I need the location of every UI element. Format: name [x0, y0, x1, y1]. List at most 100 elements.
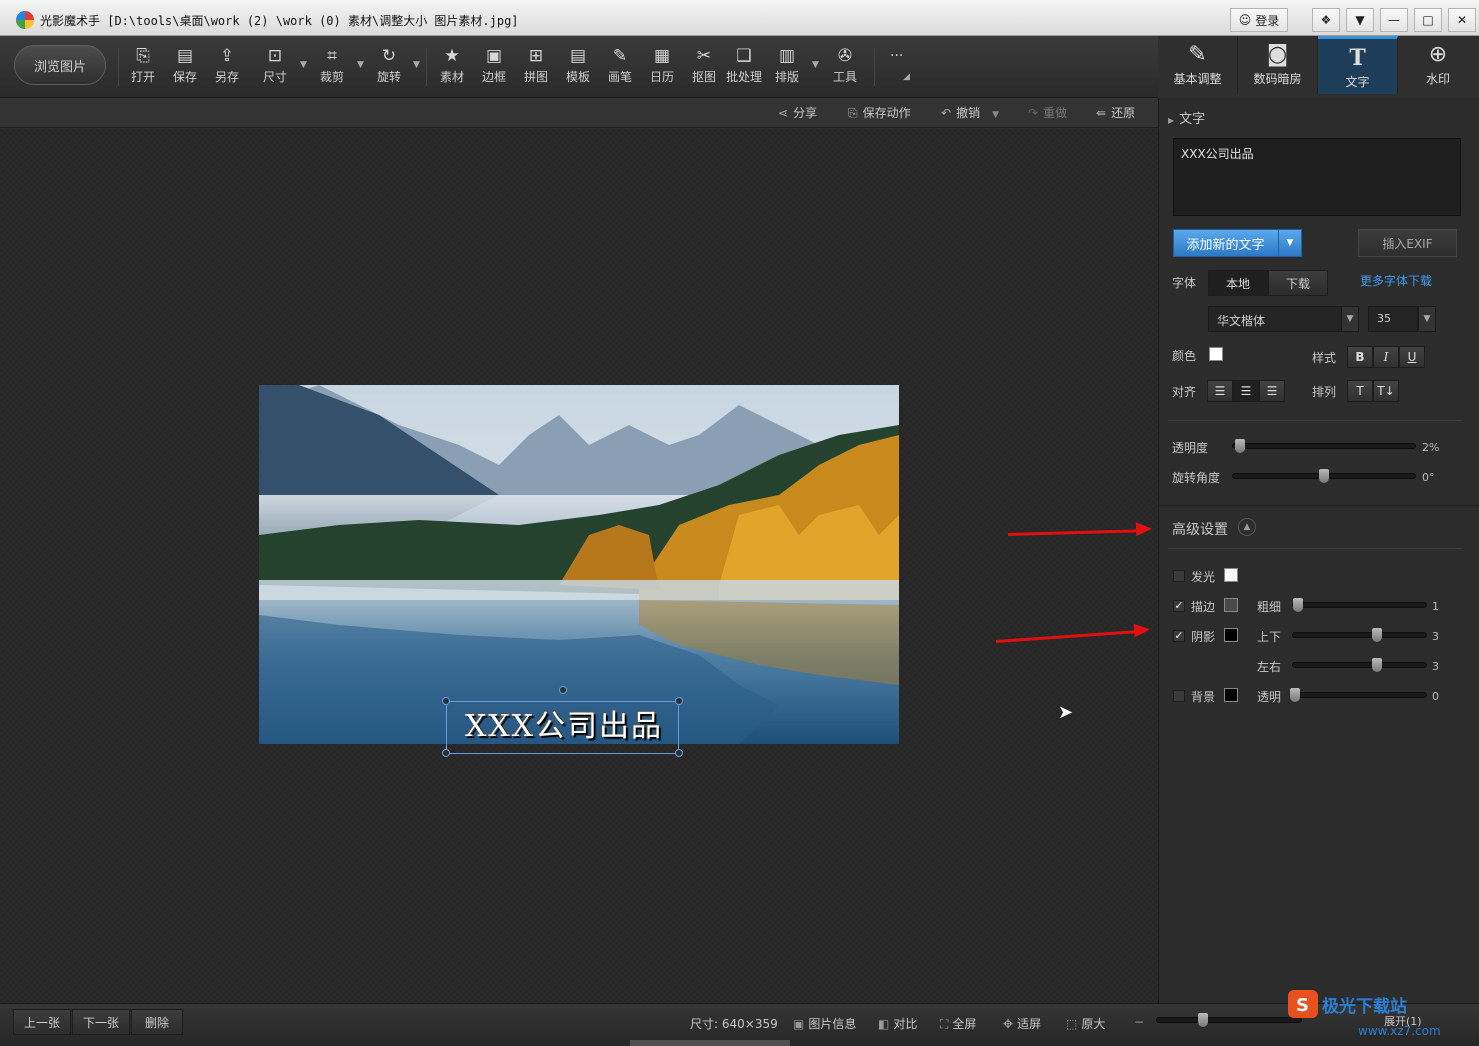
image-info-button[interactable]: ▣ 图片信息: [793, 1015, 856, 1032]
image-canvas[interactable]: XXX公司出品 ➤: [0, 129, 1158, 1003]
stroke-color-swatch[interactable]: [1224, 598, 1238, 612]
tool-brush[interactable]: ✎ 画笔: [600, 42, 640, 94]
opacity-slider-thumb[interactable]: [1235, 439, 1246, 453]
rotate-handle[interactable]: [559, 686, 567, 694]
add-text-dropdown-icon[interactable]: ▼: [1278, 230, 1301, 256]
add-text-button[interactable]: 添加新的文字 ▼: [1173, 229, 1302, 257]
overlay-text[interactable]: XXX公司出品: [450, 701, 678, 745]
tool-resize[interactable]: ⊡ 尺寸: [255, 42, 295, 94]
tool-rotate[interactable]: ↻ 旋转: [369, 42, 409, 94]
tab-darkroom[interactable]: ◙ 数码暗房: [1238, 36, 1318, 94]
align-left-button[interactable]: ☰: [1207, 380, 1233, 402]
leftright-slider[interactable]: [1292, 662, 1427, 668]
restore-button[interactable]: ⇚ 还原: [1096, 104, 1135, 121]
collapse-icon[interactable]: ▲: [1238, 518, 1256, 536]
undo-dropdown-icon[interactable]: ▼: [992, 110, 999, 120]
tab-text[interactable]: T 文字: [1318, 36, 1398, 94]
font-size-dropdown-icon[interactable]: ▼: [1418, 306, 1436, 332]
text-color-swatch[interactable]: [1209, 347, 1223, 361]
font-tab-local[interactable]: 本地: [1208, 270, 1268, 296]
tool-collage[interactable]: ⊞ 拼图: [516, 42, 556, 94]
fullscreen-button[interactable]: ⛶ 全屏: [940, 1015, 976, 1032]
menu-button[interactable]: ▼: [1346, 8, 1374, 32]
tool-save[interactable]: ▤ 保存: [165, 42, 205, 94]
updown-slider[interactable]: [1292, 632, 1427, 638]
advanced-settings-header[interactable]: 高级设置: [1172, 519, 1228, 539]
tool-template[interactable]: ▤ 模板: [558, 42, 598, 94]
transparency-slider[interactable]: [1292, 692, 1427, 698]
text-input[interactable]: XXX公司出品: [1173, 138, 1461, 216]
align-center-button[interactable]: ☰: [1233, 380, 1259, 402]
redo-button[interactable]: ↷ 重做: [1028, 104, 1067, 121]
horizontal-scrollbar[interactable]: [630, 1040, 790, 1046]
thickness-slider[interactable]: [1292, 602, 1427, 608]
delete-button[interactable]: 删除: [131, 1009, 183, 1035]
text-section-header[interactable]: ▶ 文字: [1168, 108, 1205, 127]
tool-material[interactable]: ★ 素材: [432, 42, 472, 94]
thickness-slider-thumb[interactable]: [1293, 598, 1303, 612]
font-family-select[interactable]: 华文楷体: [1208, 306, 1342, 332]
next-image-button[interactable]: 下一张: [72, 1009, 130, 1035]
close-button[interactable]: ✕: [1448, 8, 1476, 32]
align-right-button[interactable]: ☰: [1259, 380, 1285, 402]
resize-handle[interactable]: [442, 697, 450, 705]
leftright-slider-thumb[interactable]: [1372, 658, 1382, 672]
rotate-dropdown-icon[interactable]: ▼: [413, 60, 420, 70]
layout-dropdown-icon[interactable]: ▼: [812, 60, 819, 70]
tab-watermark[interactable]: ⊕ 水印: [1398, 36, 1478, 94]
vertical-text-button[interactable]: T↓: [1373, 380, 1399, 402]
zoom-slider-thumb[interactable]: [1198, 1013, 1208, 1027]
background-checkbox[interactable]: [1173, 690, 1185, 702]
resize-handle[interactable]: [675, 749, 683, 757]
tool-batch[interactable]: ❏ 批处理: [724, 42, 764, 94]
updown-slider-thumb[interactable]: [1372, 628, 1382, 642]
browse-images-button[interactable]: 浏览图片: [14, 45, 106, 85]
tool-calendar[interactable]: ▦ 日历: [642, 42, 682, 94]
minimize-button[interactable]: —: [1380, 8, 1408, 32]
more-tools-button[interactable]: ...: [890, 44, 903, 60]
italic-button[interactable]: I: [1373, 346, 1399, 368]
tool-tools[interactable]: ✇ 工具: [825, 42, 865, 94]
login-button[interactable]: ☺ 登录: [1230, 8, 1288, 32]
shadow-checkbox[interactable]: ✓: [1173, 630, 1185, 642]
glow-checkbox[interactable]: [1173, 570, 1185, 582]
help-button[interactable]: ❖: [1312, 8, 1340, 32]
resize-dropdown-icon[interactable]: ▼: [300, 60, 307, 70]
font-tab-download[interactable]: 下载: [1268, 270, 1328, 296]
shadow-color-swatch[interactable]: [1224, 628, 1238, 642]
more-fonts-link[interactable]: 更多字体下载: [1360, 272, 1432, 289]
glow-color-swatch[interactable]: [1224, 568, 1238, 582]
horizontal-text-button[interactable]: T: [1347, 380, 1373, 402]
zoom-out-button[interactable]: −: [1134, 1015, 1144, 1029]
share-button[interactable]: ⋖ 分享: [778, 104, 817, 121]
expand-corner-icon[interactable]: ◢: [903, 72, 910, 82]
stroke-checkbox[interactable]: ✓: [1173, 600, 1185, 612]
previous-image-button[interactable]: 上一张: [13, 1009, 71, 1035]
fit-screen-button[interactable]: ✥ 适屏: [1003, 1015, 1041, 1032]
bold-button[interactable]: B: [1347, 346, 1373, 368]
undo-button[interactable]: ↶ 撤销 ▼: [941, 104, 999, 121]
tool-cutout[interactable]: ✂ 抠图: [684, 42, 724, 94]
tool-layout[interactable]: ▥ 排版: [767, 42, 807, 94]
tool-save-as[interactable]: ⇪ 另存: [207, 42, 247, 94]
tool-border[interactable]: ▣ 边框: [474, 42, 514, 94]
underline-button[interactable]: U: [1399, 346, 1425, 368]
rotation-slider-thumb[interactable]: [1319, 469, 1329, 483]
tool-open[interactable]: ⎘ 打开: [123, 42, 163, 94]
zoom-slider[interactable]: [1156, 1017, 1302, 1023]
font-family-dropdown-icon[interactable]: ▼: [1341, 306, 1359, 332]
background-color-swatch[interactable]: [1224, 688, 1238, 702]
insert-exif-button[interactable]: 插入EXIF: [1358, 229, 1457, 257]
tab-basic-adjust[interactable]: ✎ 基本调整: [1158, 36, 1238, 94]
original-size-button[interactable]: ⬚ 原大: [1066, 1015, 1105, 1032]
save-action-button[interactable]: ⎘ 保存动作: [848, 104, 911, 121]
opacity-slider[interactable]: [1232, 443, 1416, 449]
maximize-button[interactable]: □: [1414, 8, 1442, 32]
landscape-photo[interactable]: [259, 385, 899, 744]
transparency-slider-thumb[interactable]: [1290, 688, 1300, 702]
resize-handle[interactable]: [442, 749, 450, 757]
font-size-select[interactable]: 35: [1368, 306, 1418, 332]
compare-button[interactable]: ◧ 对比: [878, 1015, 917, 1032]
tool-crop[interactable]: ⌗ 裁剪: [312, 42, 352, 94]
crop-dropdown-icon[interactable]: ▼: [357, 60, 364, 70]
